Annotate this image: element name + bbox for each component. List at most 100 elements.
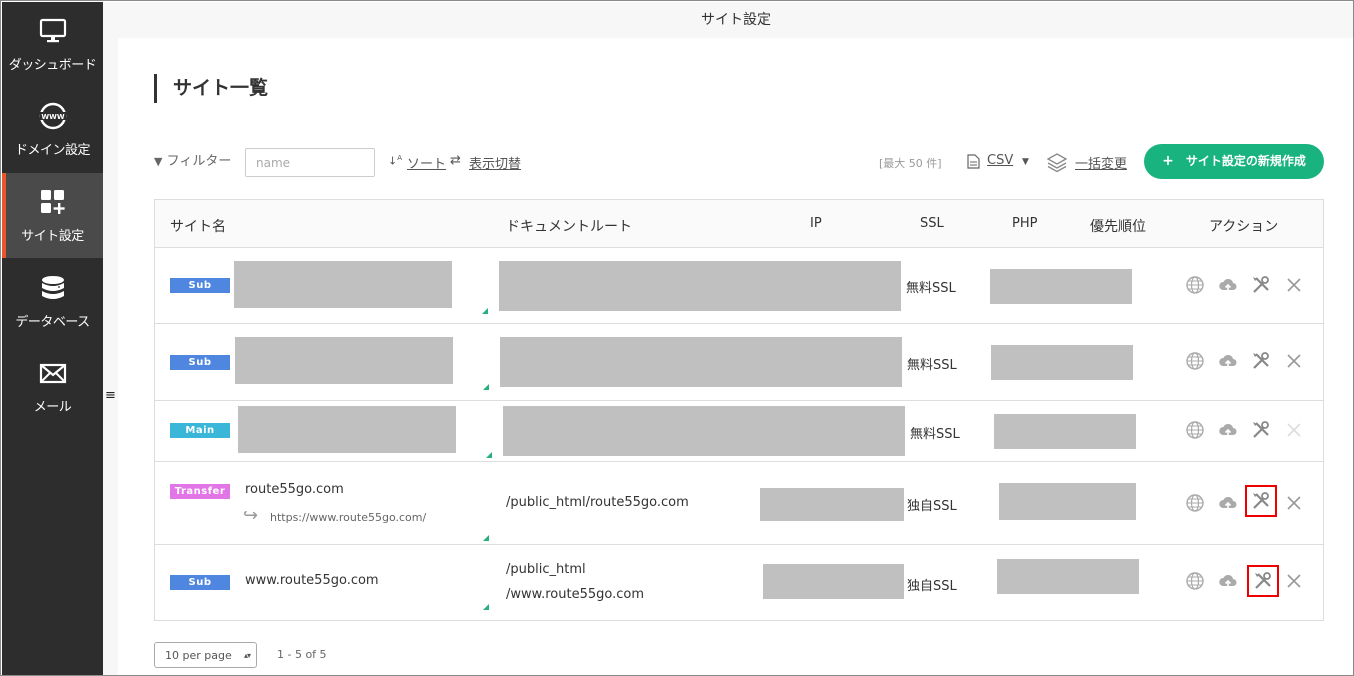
- type-badge: Sub: [170, 278, 230, 293]
- globe-icon[interactable]: [1183, 491, 1207, 515]
- tools-icon[interactable]: [1249, 273, 1273, 297]
- redacted-php-priority: [990, 269, 1132, 304]
- row-actions: [1183, 565, 1313, 597]
- close-icon-disabled: [1282, 418, 1306, 442]
- globe-icon[interactable]: [1183, 569, 1207, 593]
- sidebar-gutter: [103, 2, 118, 675]
- tools-icon-highlighted[interactable]: [1247, 565, 1279, 597]
- cloud-upload-icon[interactable]: [1216, 273, 1240, 297]
- bulk-change-link[interactable]: 一括変更: [1075, 153, 1127, 172]
- close-icon[interactable]: [1282, 349, 1306, 373]
- csv-link[interactable]: CSV: [987, 153, 1013, 168]
- col-site-name[interactable]: サイト名: [170, 216, 226, 236]
- cloud-upload-icon[interactable]: [1216, 349, 1240, 373]
- redirect-url[interactable]: https://www.route55go.com/: [270, 511, 426, 524]
- tools-icon[interactable]: [1249, 349, 1273, 373]
- ssl-value: 無料SSL: [906, 281, 956, 296]
- close-icon[interactable]: [1282, 569, 1306, 593]
- new-site-button[interactable]: + サイト設定の新規作成: [1144, 144, 1324, 179]
- sidebar-toggle-icon[interactable]: ≡: [105, 389, 116, 402]
- redacted-site-name: [234, 261, 452, 308]
- document-root-line-2: /www.route55go.com: [506, 587, 644, 602]
- table-header: サイト名 ドキュメントルート IP SSL PHP 優先順位 アクション: [155, 200, 1323, 248]
- sidebar-item-label: メール: [33, 400, 72, 415]
- table-row[interactable]: Sub 無料SSL: [155, 248, 1323, 324]
- table-row[interactable]: Main 無料SSL: [155, 401, 1323, 462]
- sidebar-item-label: ダッシュボード: [8, 58, 97, 73]
- type-badge: Sub: [170, 355, 230, 370]
- display-toggle-link[interactable]: 表示切替: [469, 153, 521, 172]
- sidebar-item-label: サイト設定: [21, 229, 84, 244]
- sidebar-item-label: ドメイン設定: [14, 143, 91, 158]
- redacted-site-name: [238, 406, 456, 453]
- site-name[interactable]: www.route55go.com: [245, 573, 379, 588]
- row-actions: [1183, 485, 1313, 517]
- www-globe-icon: WWW: [39, 102, 66, 130]
- globe-icon[interactable]: [1183, 273, 1207, 297]
- col-ip[interactable]: IP: [810, 216, 822, 231]
- document-root: /public_html/route55go.com: [506, 495, 689, 510]
- redacted-php-priority: [999, 483, 1136, 520]
- ssl-value: 無料SSL: [907, 358, 957, 373]
- filter-label: ▼ フィルター: [154, 154, 232, 169]
- sort-icon: ↓A: [388, 154, 403, 168]
- sidebar-item-dashboard[interactable]: ダッシュボード: [2, 2, 103, 87]
- sidebar: ダッシュボード WWW ドメイン設定 サイト設定 データベース メール: [2, 2, 103, 675]
- row-actions: [1183, 418, 1313, 442]
- col-document-root[interactable]: ドキュメントルート: [506, 216, 632, 236]
- resize-corner-icon: [483, 604, 489, 610]
- redacted-document-root: [503, 406, 905, 456]
- sidebar-item-domain[interactable]: WWW ドメイン設定: [2, 87, 103, 172]
- document-icon: [967, 154, 980, 169]
- redacted-ip: [760, 488, 904, 521]
- tools-icon[interactable]: [1249, 418, 1273, 442]
- svg-text:WWW: WWW: [41, 113, 64, 121]
- type-badge: Sub: [170, 575, 230, 590]
- caret-down-icon[interactable]: ▼: [1022, 157, 1029, 167]
- type-badge: Transfer: [170, 484, 230, 499]
- resize-corner-icon: [486, 452, 492, 458]
- redacted-php-priority: [991, 345, 1133, 380]
- funnel-icon: ▼: [154, 155, 163, 168]
- app-window: ダッシュボード WWW ドメイン設定 サイト設定 データベース メール ≡ サイ…: [0, 0, 1354, 676]
- globe-icon[interactable]: [1183, 418, 1207, 442]
- redacted-php-priority: [994, 414, 1136, 449]
- swap-icon: ⇄: [450, 153, 461, 168]
- sidebar-item-site-settings[interactable]: サイト設定: [2, 173, 103, 258]
- resize-corner-icon: [482, 308, 488, 314]
- redacted-site-name: [235, 337, 453, 384]
- ssl-value: 独自SSL: [907, 579, 957, 594]
- site-table: サイト名 ドキュメントルート IP SSL PHP 優先順位 アクション Sub…: [154, 199, 1324, 621]
- table-row[interactable]: Sub 無料SSL: [155, 324, 1323, 401]
- tools-icon-highlighted[interactable]: [1245, 485, 1277, 517]
- site-name[interactable]: route55go.com: [245, 482, 344, 497]
- resize-corner-icon: [483, 384, 489, 390]
- page-title: サイト一覧: [154, 74, 268, 103]
- cloud-upload-icon[interactable]: [1216, 491, 1240, 515]
- close-icon[interactable]: [1282, 273, 1306, 297]
- redacted-document-root: [500, 337, 902, 387]
- sidebar-item-database[interactable]: データベース: [2, 259, 103, 344]
- col-priority[interactable]: 優先順位: [1090, 216, 1146, 236]
- per-page-select[interactable]: 10 per page: [154, 642, 257, 669]
- monitor-icon: [39, 18, 66, 43]
- col-ssl[interactable]: SSL: [920, 216, 944, 231]
- cloud-upload-icon[interactable]: [1216, 418, 1240, 442]
- close-icon[interactable]: [1282, 491, 1306, 515]
- table-row[interactable]: Transfer route55go.com ↪ https://www.rou…: [155, 462, 1323, 545]
- plus-icon: +: [1162, 153, 1174, 169]
- filter-input[interactable]: [245, 148, 375, 177]
- ssl-value: 独自SSL: [907, 499, 957, 514]
- table-row[interactable]: Sub www.route55go.com /public_html /www.…: [155, 545, 1323, 620]
- layers-icon: [1046, 153, 1068, 173]
- sort-link[interactable]: ソート: [407, 153, 446, 172]
- globe-icon[interactable]: [1183, 349, 1207, 373]
- cloud-upload-icon[interactable]: [1216, 569, 1240, 593]
- pagination-info: 1 - 5 of 5: [277, 648, 327, 661]
- col-php[interactable]: PHP: [1012, 216, 1037, 231]
- row-actions: [1183, 273, 1313, 297]
- row-actions: [1183, 349, 1313, 373]
- sidebar-item-mail[interactable]: メール: [2, 344, 103, 429]
- grid-plus-icon: [40, 190, 65, 214]
- document-root-line-1: /public_html: [506, 562, 586, 577]
